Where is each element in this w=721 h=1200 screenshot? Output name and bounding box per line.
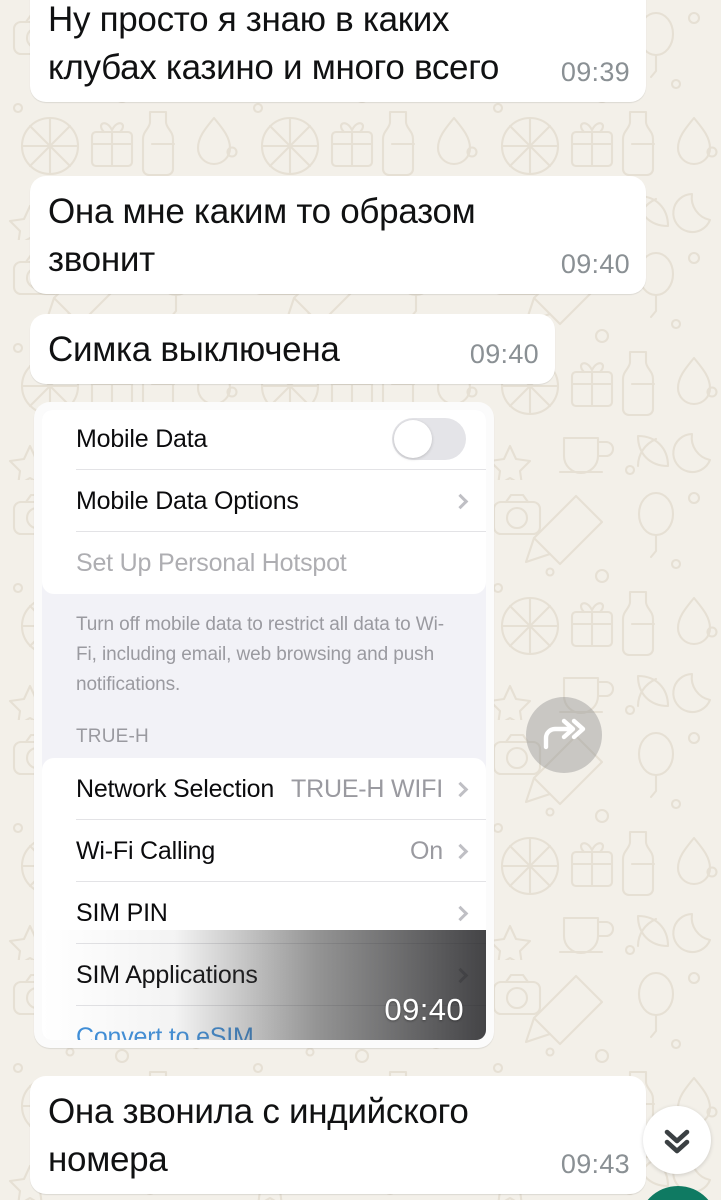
message-text-4: Она звонила с индийского номера	[48, 1092, 469, 1179]
chevron-right-icon	[452, 905, 469, 921]
scroll-to-bottom-button[interactable]	[643, 1106, 711, 1174]
message-text-3: Симка выключена	[48, 330, 340, 369]
chevron-right-icon	[452, 843, 469, 859]
ios-row-mobile-data[interactable]: Mobile Data	[42, 410, 486, 470]
ios-label-convert-to-esim: Convert to eSIM	[76, 1022, 254, 1041]
ios-label-network-selection: Network Selection	[76, 774, 275, 803]
message-row-4: Она звонила с индийского номера 09:43	[30, 1076, 646, 1194]
message-text-1: Ну просто я знаю в каких клубах казино и…	[48, 0, 500, 87]
forward-arrow-icon	[543, 718, 586, 750]
chevron-right-icon	[452, 967, 469, 983]
message-bubble-4[interactable]: Она звонила с индийского номера 09:43	[30, 1076, 646, 1194]
attached-screenshot[interactable]: Mobile Data Mobile Data Options Set Up P…	[42, 410, 486, 1040]
mobile-data-toggle[interactable]	[392, 418, 466, 460]
image-message-time: 09:40	[384, 992, 464, 1027]
message-time-3: 09:40	[469, 339, 539, 369]
ios-label-mobile-data: Mobile Data	[76, 424, 208, 453]
ios-label-sim-pin: SIM PIN	[76, 898, 168, 927]
ios-group-mobile-data: Mobile Data Mobile Data Options Set Up P…	[42, 410, 486, 594]
ios-row-network-selection[interactable]: Network Selection TRUE-H WIFI	[42, 758, 486, 820]
message-bubble-3[interactable]: Симка выключена 09:40	[30, 314, 555, 384]
message-time-1: 09:39	[560, 57, 630, 87]
ios-value-network-selection: TRUE-H WIFI	[291, 774, 443, 803]
ios-settings-screenshot: Mobile Data Mobile Data Options Set Up P…	[42, 410, 486, 1041]
ios-label-mobile-data-options: Mobile Data Options	[76, 486, 299, 515]
ios-label-sim-applications: SIM Applications	[76, 960, 258, 989]
message-list: Ну просто я знаю в каких клубах казино и…	[0, 0, 721, 1200]
chevron-double-down-icon	[664, 1129, 690, 1154]
message-row-1: Ну просто я знаю в каких клубах казино и…	[30, 0, 646, 102]
ios-row-sim-pin[interactable]: SIM PIN	[42, 882, 486, 944]
message-bubble-1[interactable]: Ну просто я знаю в каких клубах казино и…	[30, 0, 646, 102]
message-bubble-2[interactable]: Она мне каким то образом звонит 09:40	[30, 176, 646, 294]
forward-message-button[interactable]	[526, 697, 602, 773]
chevron-right-icon	[452, 781, 469, 797]
message-row-3: Симка выключена 09:40	[30, 314, 555, 384]
image-message-bubble[interactable]: Mobile Data Mobile Data Options Set Up P…	[34, 402, 494, 1048]
chevron-right-icon	[452, 493, 469, 509]
ios-footnote-mobile-data: Turn off mobile data to restrict all dat…	[76, 614, 444, 695]
message-time-2: 09:40	[560, 249, 630, 279]
ios-value-wifi-calling: On	[410, 836, 443, 865]
ios-label-personal-hotspot: Set Up Personal Hotspot	[76, 548, 347, 577]
ios-section-header-carrier: TRUE-H	[76, 726, 149, 747]
message-text-2: Она мне каким то образом звонит	[48, 192, 476, 279]
message-row-image: Mobile Data Mobile Data Options Set Up P…	[34, 402, 494, 1048]
toggle-knob	[394, 420, 432, 458]
ios-row-mobile-data-options[interactable]: Mobile Data Options	[42, 470, 486, 532]
ios-row-personal-hotspot: Set Up Personal Hotspot	[42, 532, 486, 594]
ios-label-wifi-calling: Wi-Fi Calling	[76, 836, 216, 865]
message-row-2: Она мне каким то образом звонит 09:40	[30, 176, 646, 294]
ios-row-wifi-calling[interactable]: Wi-Fi Calling On	[42, 820, 486, 882]
message-time-4: 09:43	[560, 1149, 630, 1179]
